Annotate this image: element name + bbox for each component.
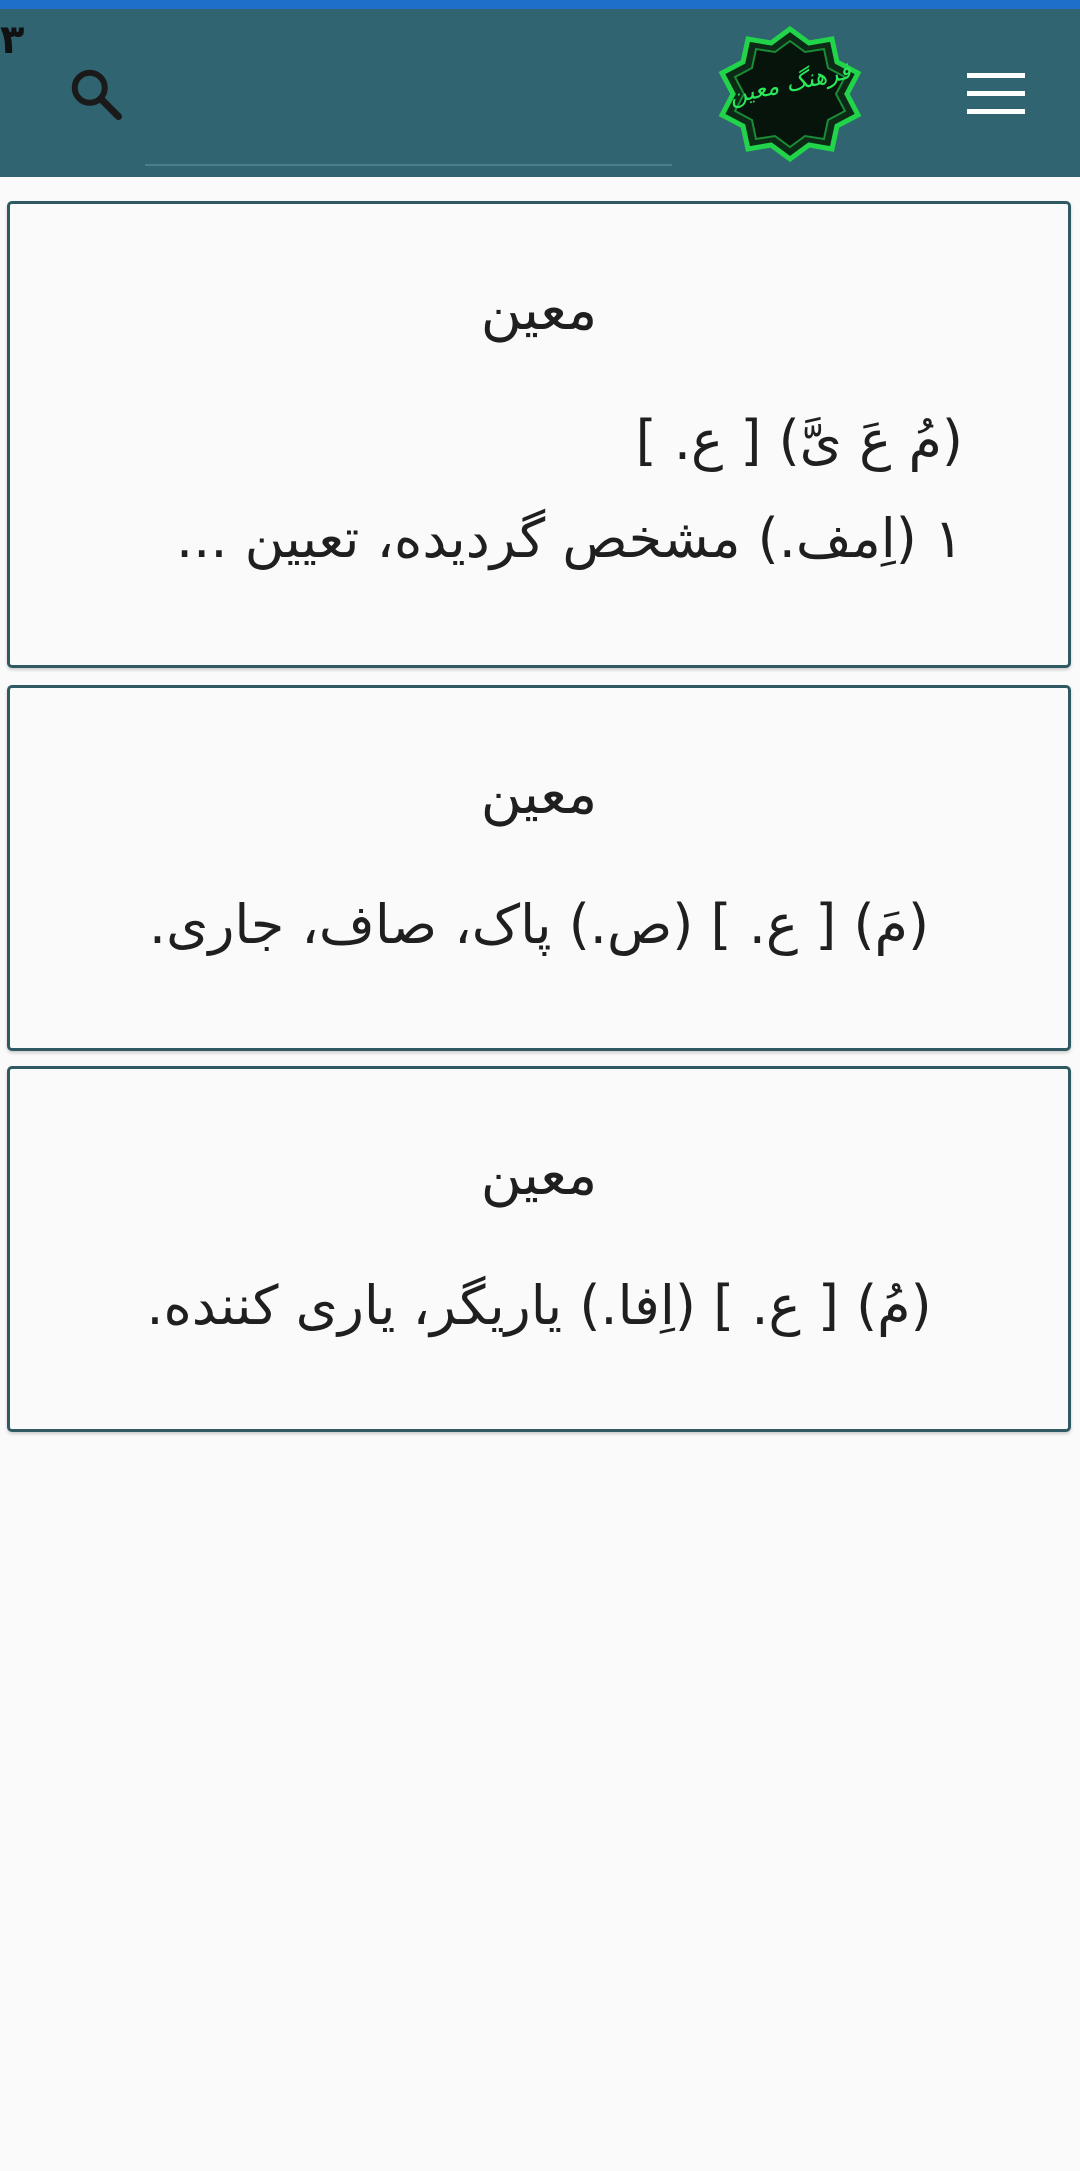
status-strip: [0, 0, 1080, 9]
result-card[interactable]: معین (مُ) [ ع. ] (اِفا.) یاریگر، یاری کن…: [7, 1066, 1071, 1432]
result-card[interactable]: معین (مُ عَ یَّ) [ ع. ] ۱ (اِمف.) مشخص گ…: [7, 201, 1071, 668]
entry-definition: (مَ) [ ع. ] (ص.) پاک، صاف، جاری.: [148, 893, 930, 956]
menu-button[interactable]: [958, 60, 1034, 128]
app-logo: فرهنگ معین: [715, 19, 865, 169]
search-input-underline: [145, 164, 672, 166]
result-count: ۳: [0, 17, 25, 63]
entry-title: معین: [480, 1143, 598, 1208]
app-bar: ۳ فرهنگ معین: [0, 9, 1080, 177]
hamburger-menu-icon: [967, 73, 1025, 114]
result-card[interactable]: معین (مَ) [ ع. ] (ص.) پاک، صاف، جاری.: [7, 685, 1071, 1051]
entry-title: معین: [480, 278, 598, 343]
search-input[interactable]: [145, 60, 676, 162]
entry-definition: (مُ) [ ع. ] (اِفا.) یاریگر، یاری کننده.: [146, 1274, 932, 1337]
entry-definition: ۱ (اِمف.) مشخص گردیده، تعیین ...: [176, 507, 963, 570]
entry-title: معین: [480, 762, 598, 827]
entry-pronunciation: (مُ عَ یَّ) [ ع. ]: [635, 409, 963, 472]
search-icon: [71, 69, 122, 120]
search-button[interactable]: [58, 56, 134, 132]
